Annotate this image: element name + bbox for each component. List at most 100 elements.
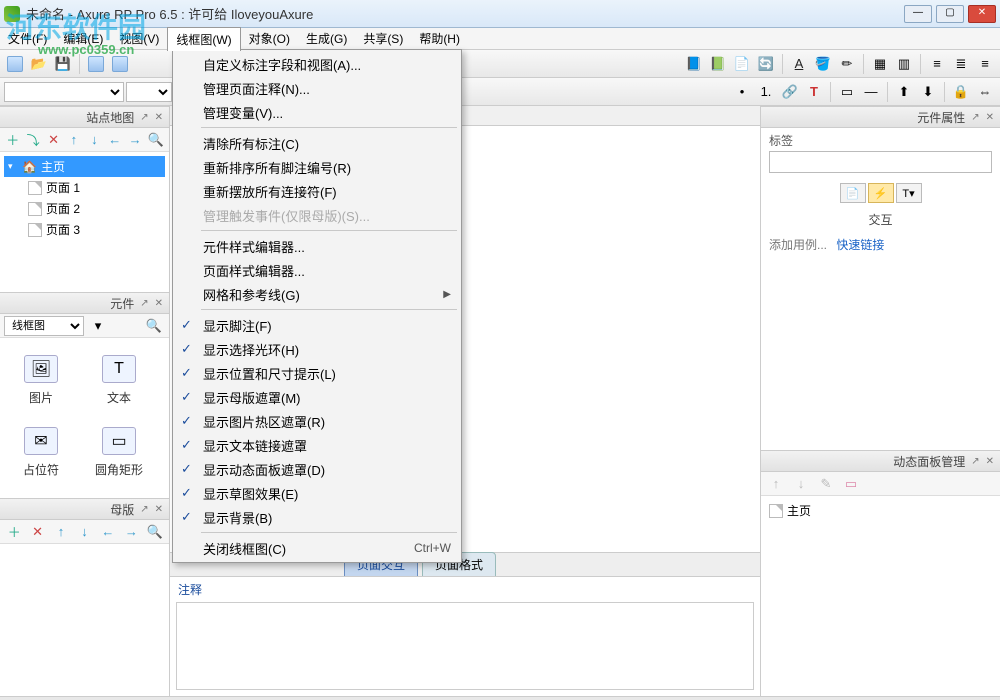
menu-item-0-1[interactable]: 管理页面注释(N)... [175, 76, 459, 100]
font-family-select[interactable] [4, 82, 124, 102]
sitemap-page-1[interactable]: 页面 2 [4, 198, 165, 219]
prop-tab-interactions[interactable]: ⚡ [868, 183, 894, 203]
save-button[interactable]: 💾 [52, 53, 74, 75]
menu-item-1-1[interactable]: 重新排序所有脚注编号(R) [175, 155, 459, 179]
minimize-button[interactable]: — [904, 5, 932, 23]
maximize-button[interactable]: ▢ [936, 5, 964, 23]
masters-popout[interactable]: ↗ [140, 504, 148, 515]
sitemap-add-child[interactable]: ⤵ [24, 129, 41, 151]
sitemap-search[interactable]: 🔍 [147, 129, 165, 151]
font-color-button[interactable]: A [788, 53, 810, 75]
menu-item-2-0[interactable]: 元件样式编辑器... [175, 234, 459, 258]
widget-search[interactable]: 🔍 [143, 315, 165, 337]
lock-button[interactable]: 🔒 [950, 81, 972, 103]
align-center-button[interactable]: ≣ [950, 53, 972, 75]
fill-color-button[interactable]: 🪣 [812, 53, 834, 75]
dynpanel-dup[interactable]: ▭ [840, 473, 862, 495]
dynpanel-edit[interactable]: ✎ [815, 473, 837, 495]
widget-2[interactable]: ✉占位符 [4, 418, 78, 486]
widget-1[interactable]: T文本 [82, 346, 156, 414]
sitemap-down[interactable]: ↓ [86, 129, 103, 151]
dynpanel-root[interactable]: 主页 [765, 500, 996, 521]
widget-label-input[interactable] [769, 151, 992, 173]
menu-item-3-5[interactable]: ✓显示文本链接遮罩 [175, 433, 459, 457]
menu-4[interactable]: 对象(O) [241, 27, 298, 50]
dynpanel-up[interactable]: ↑ [765, 473, 787, 495]
menu-item-4-0[interactable]: 关闭线框图(C)Ctrl+W [175, 536, 459, 560]
close-button[interactable]: ✕ [968, 5, 996, 23]
ungroup-button[interactable]: ▥ [893, 53, 915, 75]
properties-close[interactable]: ✕ [986, 112, 994, 123]
menu-item-0-2[interactable]: 管理变量(V)... [175, 100, 459, 124]
master-right[interactable]: → [121, 521, 141, 543]
menu-item-3-8[interactable]: ✓显示背景(B) [175, 505, 459, 529]
quick-link[interactable]: 快速链接 [836, 238, 884, 252]
sitemap-add[interactable]: ＋ [4, 129, 21, 151]
sitemap-close[interactable]: ✕ [155, 112, 163, 123]
sitemap-delete[interactable]: ✕ [45, 129, 62, 151]
align-right-button[interactable]: ≡ [974, 53, 996, 75]
order-front[interactable]: ⬆ [893, 81, 915, 103]
menu-item-2-2[interactable]: 网格和参考线(G)▶ [175, 282, 459, 306]
widget-0[interactable]: 🖼图片 [4, 346, 78, 414]
line-color-button[interactable]: ✏ [836, 53, 858, 75]
menu-item-3-2[interactable]: ✓显示位置和尺寸提示(L) [175, 361, 459, 385]
widget-library-select[interactable]: 线框图 [4, 316, 84, 336]
menu-item-3-3[interactable]: ✓显示母版遮罩(M) [175, 385, 459, 409]
menu-item-3-0[interactable]: ✓显示脚注(F) [175, 313, 459, 337]
menu-item-3-6[interactable]: ✓显示动态面板遮罩(D) [175, 457, 459, 481]
menu-0[interactable]: 文件(F) [0, 27, 55, 50]
menu-6[interactable]: 共享(S) [355, 27, 411, 50]
sitemap-page-2[interactable]: 页面 3 [4, 219, 165, 240]
master-up[interactable]: ↑ [51, 521, 71, 543]
shape-rect[interactable]: ▭ [836, 81, 858, 103]
tool-refresh[interactable]: 🔄 [755, 53, 777, 75]
master-add[interactable]: ＋ [4, 521, 24, 543]
sitemap-indent[interactable]: → [126, 129, 143, 151]
menu-item-2-1[interactable]: 页面样式编辑器... [175, 258, 459, 282]
tool-btn-2[interactable] [109, 53, 131, 75]
properties-popout[interactable]: ↗ [971, 112, 979, 123]
sitemap-outdent[interactable]: ← [106, 129, 123, 151]
dynpanel-down[interactable]: ↓ [790, 473, 812, 495]
prop-tab-notes[interactable]: 📄 [840, 183, 866, 203]
shape-line[interactable]: — [860, 81, 882, 103]
menu-item-0-0[interactable]: 自定义标注字段和视图(A)... [175, 52, 459, 76]
dynpanel-close[interactable]: ✕ [986, 456, 994, 467]
widgets-popout[interactable]: ↗ [140, 298, 148, 309]
menu-item-3-1[interactable]: ✓显示选择光环(H) [175, 337, 459, 361]
page-notes-area[interactable] [176, 602, 754, 690]
font-size-select[interactable] [126, 82, 172, 102]
menu-1[interactable]: 编辑(E) [55, 27, 111, 50]
tool-word[interactable]: 📘 [683, 53, 705, 75]
menu-item-3-4[interactable]: ✓显示图片热区遮罩(R) [175, 409, 459, 433]
distribute-button[interactable]: ⇔ [974, 81, 996, 103]
master-left[interactable]: ← [98, 521, 118, 543]
sitemap-up[interactable]: ↑ [65, 129, 82, 151]
add-case-text[interactable]: 添加用例... [769, 238, 827, 252]
menu-5[interactable]: 生成(G) [298, 27, 355, 50]
list-number[interactable]: 1. [755, 81, 777, 103]
group-button[interactable]: ▦ [869, 53, 891, 75]
new-button[interactable] [4, 53, 26, 75]
widget-3[interactable]: ▭圆角矩形 [82, 418, 156, 486]
masters-close[interactable]: ✕ [155, 504, 163, 515]
master-delete[interactable]: ✕ [27, 521, 47, 543]
prop-tab-format[interactable]: T▾ [896, 183, 922, 203]
menu-item-3-7[interactable]: ✓显示草图效果(E) [175, 481, 459, 505]
tool-excel[interactable]: 📗 [707, 53, 729, 75]
sitemap-root[interactable]: ▾ 🏠 主页 [4, 156, 165, 177]
menu-item-1-2[interactable]: 重新摆放所有连接符(F) [175, 179, 459, 203]
sitemap-popout[interactable]: ↗ [140, 112, 148, 123]
menu-7[interactable]: 帮助(H) [411, 27, 468, 50]
align-left-button[interactable]: ≡ [926, 53, 948, 75]
tool-doc[interactable]: 📄 [731, 53, 753, 75]
widget-lib-options[interactable]: ▾ [87, 315, 109, 337]
dynpanel-popout[interactable]: ↗ [971, 456, 979, 467]
widgets-close[interactable]: ✕ [155, 298, 163, 309]
master-search[interactable]: 🔍 [145, 521, 165, 543]
open-button[interactable]: 📂 [28, 53, 50, 75]
tool-btn-1[interactable] [85, 53, 107, 75]
order-back[interactable]: ⬇ [917, 81, 939, 103]
master-down[interactable]: ↓ [74, 521, 94, 543]
